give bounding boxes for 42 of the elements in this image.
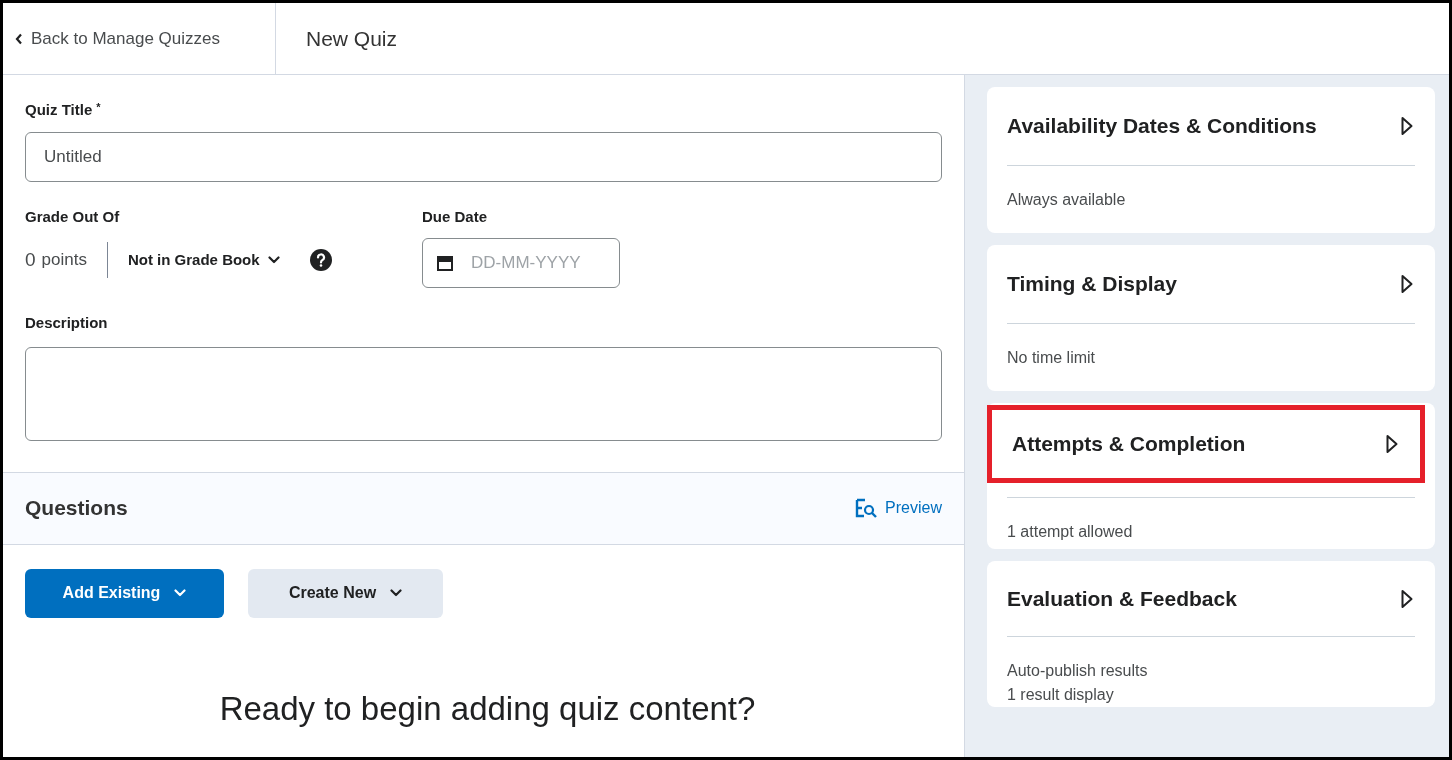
card-summary: Auto-publish results bbox=[1007, 661, 1149, 681]
empty-state-message: Ready to begin adding quiz content? bbox=[218, 688, 756, 729]
caret-right-icon bbox=[1386, 434, 1398, 454]
settings-card[interactable]: Availability Dates & Conditions Always available bbox=[987, 87, 1435, 233]
dropdown-button[interactable]: Add Existing bbox=[25, 568, 224, 618]
card-title: Evaluation & Feedback bbox=[1007, 585, 1237, 612]
settings-card[interactable]: Evaluation & Feedback Auto-publish results 1 result display bbox=[987, 561, 1435, 707]
preview-icon bbox=[855, 498, 878, 518]
settings-card[interactable]: Timing & Display No time limit bbox=[987, 245, 1435, 391]
card-summary: Always available bbox=[1007, 190, 1127, 210]
card-summary: 1 result display bbox=[1007, 685, 1115, 705]
preview-link[interactable]: Preview bbox=[855, 496, 942, 520]
card-summary: 1 attempt allowed bbox=[1007, 522, 1134, 542]
dropdown-button[interactable]: Create New bbox=[248, 568, 443, 618]
grade-book-dropdown[interactable]: Not in Grade Book bbox=[127, 248, 280, 272]
help-icon[interactable] bbox=[309, 249, 332, 271]
chevron-down-icon bbox=[174, 589, 187, 597]
required-mark: * bbox=[96, 100, 101, 115]
page-title: New Quiz bbox=[306, 25, 398, 52]
field-label: Grade Out Of bbox=[25, 206, 121, 227]
description-input[interactable] bbox=[25, 346, 942, 441]
caret-right-icon bbox=[1401, 116, 1413, 136]
back-link[interactable]: Back to Manage Quizzes bbox=[15, 25, 220, 52]
field-label: Quiz Title bbox=[25, 100, 93, 120]
card-title: Availability Dates & Conditions bbox=[1007, 113, 1317, 140]
calendar-icon bbox=[436, 254, 454, 272]
chevron-down-icon bbox=[267, 256, 280, 264]
points-unit: points bbox=[41, 249, 87, 272]
caret-right-icon bbox=[1401, 274, 1413, 294]
section-heading: Questions bbox=[25, 495, 128, 522]
card-summary: No time limit bbox=[1007, 348, 1096, 368]
chevron-down-icon bbox=[390, 589, 403, 597]
card-title: Timing & Display bbox=[1007, 271, 1177, 298]
title-input[interactable]: Untitled bbox=[25, 131, 942, 182]
field-label: Due Date bbox=[422, 206, 489, 227]
caret-right-icon bbox=[1401, 588, 1413, 609]
field-label: Description bbox=[25, 313, 109, 333]
chevron-left-icon bbox=[15, 32, 23, 45]
card-title: Attempts & Completion bbox=[1012, 431, 1246, 458]
settings-card[interactable]: Attempts & Completion 1 attempt allowed bbox=[987, 403, 1435, 549]
points-value: 0 bbox=[25, 247, 36, 272]
due-date-field[interactable]: DD-MM-YYYY bbox=[422, 238, 620, 288]
